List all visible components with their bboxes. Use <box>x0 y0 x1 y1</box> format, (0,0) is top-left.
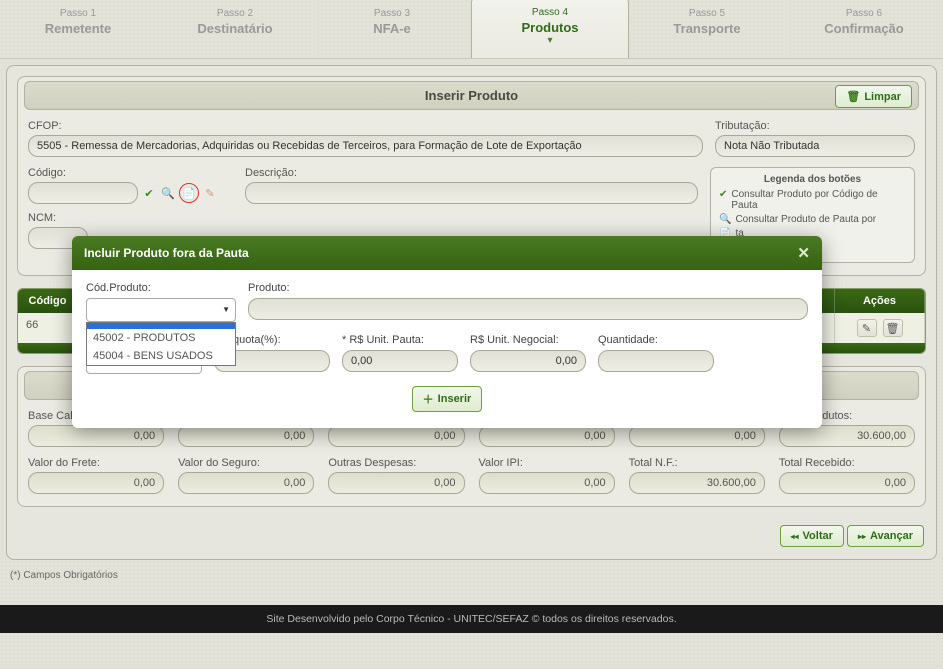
clear-button[interactable]: 🗑 Limpar <box>835 85 912 108</box>
qtd-input[interactable] <box>598 350 714 372</box>
unit-neg-label: R$ Unit. Negocial: <box>470 334 586 346</box>
trash-icon: 🗑 <box>846 90 860 103</box>
doc-icon: 📄 <box>182 187 196 200</box>
valor-frete-label: Valor do Frete: <box>28 457 164 469</box>
step-confirmacao[interactable]: Passo 6 Confirmação <box>786 0 943 58</box>
valor-icms-value: 0,00 <box>178 425 314 447</box>
produto-label: Produto: <box>248 282 808 294</box>
step-title: Destinatário <box>161 21 309 36</box>
unit-pauta-label: * R$ Unit. Pauta: <box>342 334 458 346</box>
step-title: Produtos <box>476 20 624 35</box>
check-icon[interactable]: ✔ <box>141 185 157 201</box>
trib-value: Nota Não Tributada <box>715 135 915 157</box>
total-recebido-value: 0,00 <box>779 472 915 494</box>
step-number: Passo 5 <box>633 8 781 19</box>
insert-label: Inserir <box>438 393 472 405</box>
valor-seguro-value: 0,00 <box>178 472 314 494</box>
back-label: Voltar <box>803 530 833 542</box>
insert-button[interactable]: ＋ Inserir <box>412 386 483 412</box>
outras-desp-value: 0,00 <box>328 472 464 494</box>
pencil-icon[interactable]: ✎ <box>202 185 218 201</box>
cfop-label: CFOP: <box>28 120 703 132</box>
required-footnote: (*) Campos Obrigatórios <box>0 566 943 585</box>
trash-icon: 🗑 <box>886 322 900 335</box>
edit-row-button[interactable]: ✎ <box>857 319 877 337</box>
cod-produto-label: Cód.Produto: <box>86 282 236 294</box>
close-icon[interactable]: ✕ <box>797 244 810 262</box>
cell-codigo: 66 <box>18 313 78 343</box>
valor-ipi-label: Valor IPI: <box>479 457 615 469</box>
base-icms-st-value: 0,00 <box>328 425 464 447</box>
step-title: Remetente <box>4 21 152 36</box>
step-destinatario[interactable]: Passo 2 Destinatário <box>157 0 314 58</box>
step-transporte[interactable]: Passo 5 Transporte <box>629 0 786 58</box>
legend-item: Consultar Produto por Código de Pauta <box>731 189 906 211</box>
clear-label: Limpar <box>864 91 901 103</box>
total-nf-value: 30.600,00 <box>629 472 765 494</box>
step-produtos[interactable]: Passo 4 Produtos <box>471 0 629 58</box>
fecop-value: 0,00 <box>629 425 765 447</box>
search-icon[interactable]: 🔍 <box>160 185 176 201</box>
back-button[interactable]: ◂◂ Voltar <box>780 525 844 547</box>
step-number: Passo 4 <box>476 7 624 18</box>
include-product-modal: Incluir Produto fora da Pauta ✕ Cód.Prod… <box>72 236 822 428</box>
unit-neg-input[interactable] <box>470 350 586 372</box>
step-nfae[interactable]: Passo 3 NFA-e <box>314 0 471 58</box>
dropdown-option[interactable]: 45004 - BENS USADOS <box>87 347 235 365</box>
total-recebido-label: Total Recebido: <box>779 457 915 469</box>
step-number: Passo 3 <box>318 8 466 19</box>
desc-label: Descrição: <box>245 167 698 179</box>
wizard-steps: Passo 1 Remetente Passo 2 Destinatário P… <box>0 0 943 59</box>
footer: Site Desenvolvido pelo Corpo Técnico - U… <box>0 605 943 633</box>
dropdown-option[interactable]: 45002 - PRODUTOS <box>87 329 235 347</box>
add-out-of-pauta-button[interactable]: 📄 <box>179 183 199 203</box>
fwd-icon: ▸▸ <box>858 532 866 541</box>
cfop-value: 5505 - Remessa de Mercadorias, Adquirida… <box>28 135 703 157</box>
desc-input[interactable] <box>245 182 698 204</box>
valor-frete-value: 0,00 <box>28 472 164 494</box>
step-remetente[interactable]: Passo 1 Remetente <box>0 0 157 58</box>
ncm-label: NCM: <box>28 212 233 224</box>
forward-label: Avançar <box>870 530 913 542</box>
valor-ipi-value: 0,00 <box>479 472 615 494</box>
legend-item: Consultar Produto de Pauta por <box>735 214 876 225</box>
unit-pauta-input[interactable] <box>342 350 458 372</box>
check-icon: ✔ <box>719 189 727 200</box>
cod-produto-dropdown[interactable]: 45002 - PRODUTOS 45004 - BENS USADOS <box>86 322 236 366</box>
cod-produto-select[interactable] <box>86 298 236 322</box>
codigo-input[interactable] <box>28 182 138 204</box>
total-nf-label: Total N.F.: <box>629 457 765 469</box>
delete-row-button[interactable]: 🗑 <box>883 319 903 337</box>
plus-icon: ＋ <box>423 391 434 407</box>
step-title: Transporte <box>633 21 781 36</box>
qtd-label: Quantidade: <box>598 334 714 346</box>
forward-button[interactable]: ▸▸ Avançar <box>847 525 924 547</box>
col-codigo: Código <box>18 289 78 313</box>
search-icon: 🔍 <box>719 214 731 225</box>
pencil-icon: ✎ <box>862 322 871 335</box>
produto-input[interactable] <box>248 298 808 320</box>
valor-seguro-label: Valor do Seguro: <box>178 457 314 469</box>
trib-label: Tributação: <box>715 120 915 132</box>
step-number: Passo 1 <box>4 8 152 19</box>
outras-desp-label: Outras Despesas: <box>328 457 464 469</box>
codigo-label: Código: <box>28 167 233 179</box>
step-title: NFA-e <box>318 21 466 36</box>
modal-title: Incluir Produto fora da Pauta <box>84 246 249 260</box>
base-icms-value: 0,00 <box>28 425 164 447</box>
back-icon: ◂◂ <box>791 532 799 541</box>
step-number: Passo 2 <box>161 8 309 19</box>
panel-header: Inserir Produto 🗑 Limpar <box>24 81 919 110</box>
total-produtos-value: 30.600,00 <box>779 425 915 447</box>
valor-icms-st-value: 0,00 <box>479 425 615 447</box>
col-acoes: Ações <box>835 289 925 313</box>
legend-title: Legenda dos botões <box>719 174 906 185</box>
step-title: Confirmação <box>790 21 938 36</box>
step-number: Passo 6 <box>790 8 938 19</box>
panel-title: Inserir Produto <box>425 88 518 103</box>
